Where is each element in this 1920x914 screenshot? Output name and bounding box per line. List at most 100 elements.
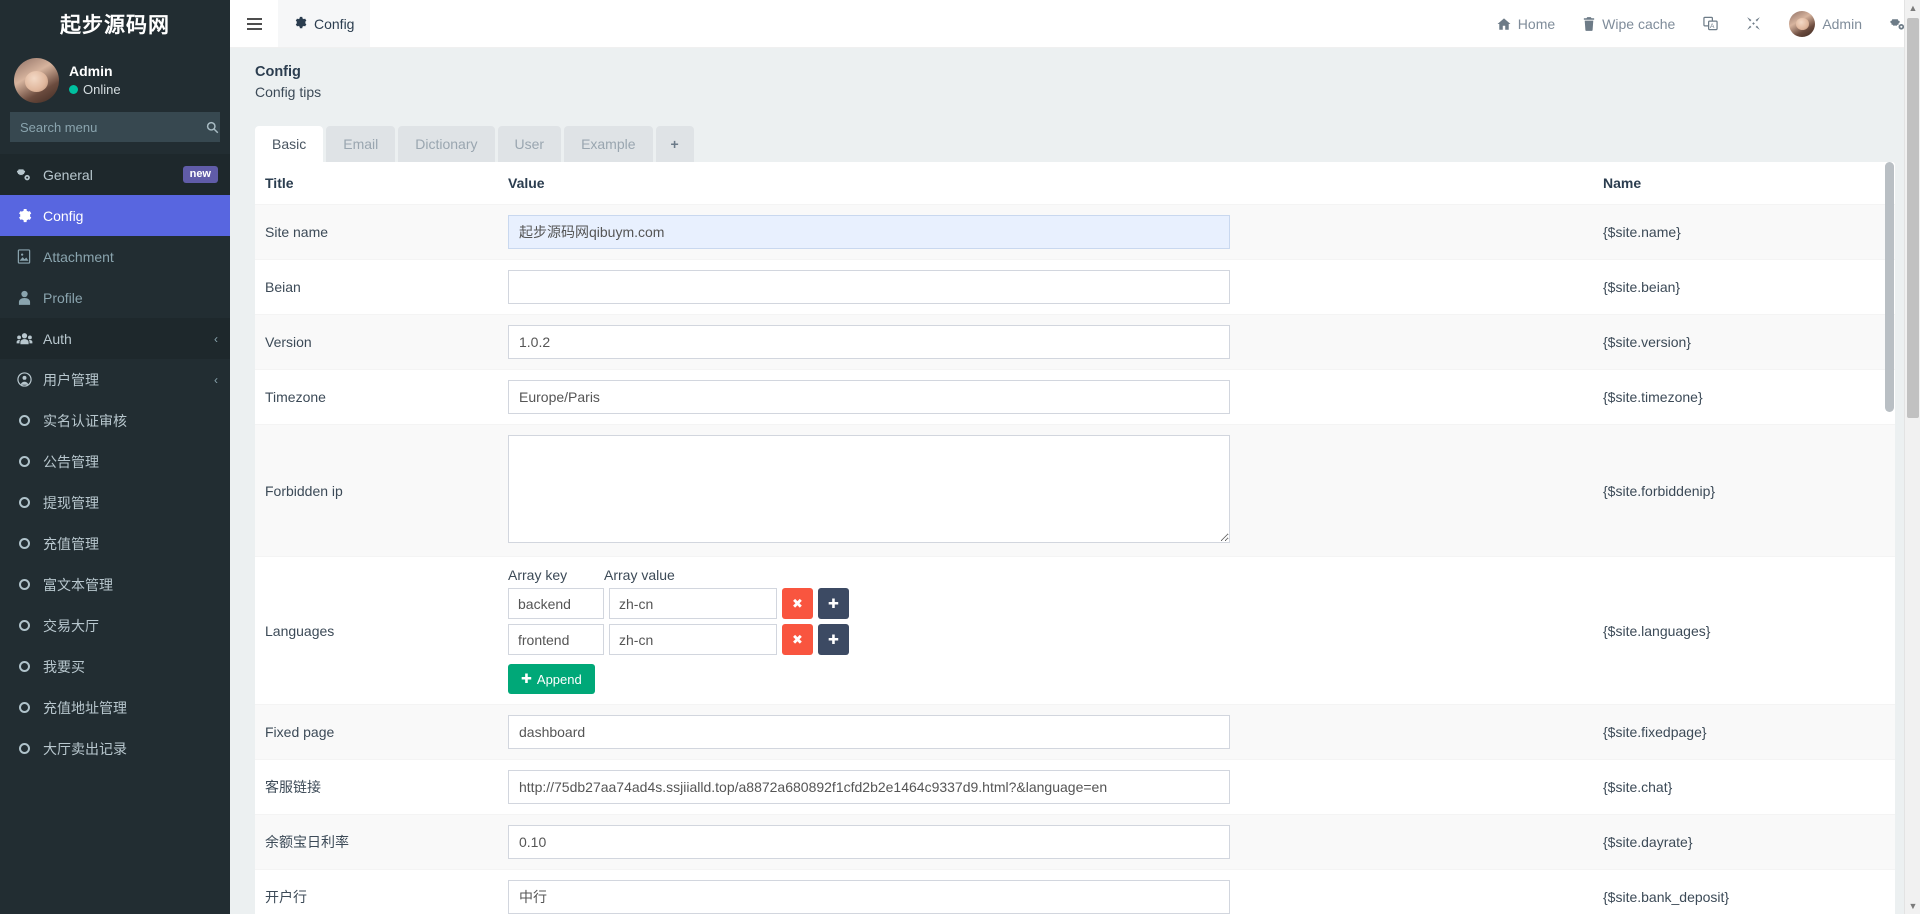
value-input[interactable] [508, 880, 1230, 914]
panel-scrollbar-thumb[interactable] [1885, 162, 1894, 413]
array-value-header: Array value [604, 567, 675, 584]
gear-icon [14, 208, 34, 223]
tab-add-new[interactable]: + [655, 126, 694, 163]
plus-icon: ✚ [521, 671, 532, 687]
nav-wipe-cache-link[interactable]: Wipe cache [1569, 0, 1689, 47]
sidebar-item-4[interactable]: Auth ‹ [0, 318, 230, 359]
sidebar-item-label: 充值管理 [43, 535, 99, 552]
sidebar-item-3[interactable]: Profile [0, 277, 230, 318]
search-box[interactable] [10, 112, 220, 142]
sidebar-badge: new [182, 165, 218, 184]
remove-row-button[interactable]: ✖ [782, 624, 813, 656]
row-value-cell [500, 424, 1595, 558]
value-input[interactable] [508, 825, 1230, 860]
circle-icon [14, 661, 34, 672]
sidebar: 起步源码网 Admin Online Gener [0, 0, 230, 914]
navbar-spacer [370, 0, 1482, 47]
page-scrollbar-thumb[interactable] [1907, 18, 1919, 418]
nav-home-link[interactable]: Home [1483, 0, 1569, 47]
navbar-right: Home Wipe cache A Admin [1483, 0, 1920, 47]
nav-user-label: Admin [1822, 15, 1862, 32]
sidebar-item-9[interactable]: 充值管理 [0, 523, 230, 564]
home-icon [1497, 17, 1511, 31]
array-value-input[interactable] [609, 588, 777, 620]
sidebar-item-8[interactable]: 提现管理 [0, 482, 230, 523]
sidebar-item-label: 我要买 [43, 658, 85, 675]
value-input[interactable] [508, 215, 1230, 250]
arrows-move-icon: ✚ [828, 595, 839, 611]
table-row: Timezone {$site.timezone} [255, 369, 1895, 426]
value-input[interactable] [508, 270, 1230, 305]
row-title: Site name [255, 204, 500, 261]
sidebar-item-2[interactable]: Attachment [0, 236, 230, 277]
user-status-label: Online [83, 81, 121, 97]
remove-row-button[interactable]: ✖ [782, 588, 813, 620]
user-name: Admin [69, 62, 113, 79]
content: Config Config tips Basic Email Dictionary U… [230, 48, 1920, 914]
array-row: ✖✚ [508, 624, 1595, 656]
sidebar-menu: General new Config Attachment Profile Auth ‹ 用户… [0, 154, 230, 769]
sidebar-item-12[interactable]: 我要买 [0, 646, 230, 687]
search-input[interactable] [11, 119, 205, 135]
value-input[interactable] [508, 770, 1230, 805]
sidebar-item-11[interactable]: 交易大厅 [0, 605, 230, 646]
row-value-cell: Array keyArray value✖✚✖✚✚Append [500, 556, 1595, 706]
row-title: Version [255, 314, 500, 371]
row-title: Languages [255, 556, 500, 706]
array-value-input[interactable] [609, 624, 777, 656]
value-input[interactable] [508, 715, 1230, 750]
tab-example[interactable]: Example [564, 126, 653, 163]
drag-handle-button[interactable]: ✚ [818, 624, 849, 656]
panel-scrollbar[interactable] [1885, 162, 1894, 914]
sidebar-item-0[interactable]: General new [0, 154, 230, 195]
tab-dictionary[interactable]: Dictionary [398, 126, 495, 163]
sidebar-item-5[interactable]: 用户管理 ‹ [0, 359, 230, 400]
nav-user-link[interactable]: Admin [1775, 0, 1876, 47]
row-value-cell [500, 759, 1595, 816]
brand-logo[interactable]: 起步源码网 [0, 0, 230, 48]
table-row: 开户行 {$site.bank_deposit} [255, 869, 1895, 914]
array-key-input[interactable] [508, 624, 604, 656]
page-header: Config Config tips [255, 62, 1895, 110]
sidebar-item-1[interactable]: Config [0, 195, 230, 236]
page-scrollbar[interactable]: ▲ ▼ [1904, 0, 1920, 914]
sidebar-item-label: 富文本管理 [43, 576, 113, 593]
svg-text:A: A [1710, 23, 1715, 30]
value-input[interactable] [508, 325, 1230, 360]
row-name: {$site.bank_deposit} [1595, 869, 1895, 914]
nav-fullscreen-link[interactable] [1732, 0, 1775, 47]
sidebar-item-13[interactable]: 充值地址管理 [0, 687, 230, 728]
th-value: Value [500, 162, 1595, 206]
sidebar-item-10[interactable]: 富文本管理 [0, 564, 230, 605]
th-name: Name [1595, 162, 1895, 206]
scroll-up-arrow-icon[interactable]: ▲ [1905, 0, 1920, 16]
append-button[interactable]: ✚ Append [508, 664, 595, 695]
drag-handle-button[interactable]: ✚ [818, 588, 849, 620]
sidebar-item-6[interactable]: 实名认证审核 [0, 400, 230, 441]
row-name: {$site.fixedpage} [1595, 704, 1895, 761]
scroll-down-arrow-icon[interactable]: ▼ [1905, 898, 1920, 914]
hamburger-icon[interactable] [230, 0, 278, 47]
array-key-input[interactable] [508, 588, 604, 620]
tab-basic[interactable]: Basic [255, 126, 324, 163]
circle-icon [14, 620, 34, 631]
config-panel: Title Value Name Site name{$site.name}Be… [255, 162, 1895, 914]
tab-email[interactable]: Email [326, 126, 396, 163]
search-icon[interactable] [205, 112, 219, 142]
chevron-left-icon: ‹ [214, 331, 218, 346]
trash-icon [1583, 16, 1595, 31]
sidebar-item-14[interactable]: 大厅卖出记录 [0, 728, 230, 769]
row-name: {$site.version} [1595, 314, 1895, 371]
nav-language-link[interactable]: A [1689, 0, 1732, 47]
nav-home-label: Home [1517, 15, 1556, 32]
language-icon: A [1703, 16, 1718, 31]
nav-tab-label: Config [314, 15, 355, 32]
nav-tab-config[interactable]: Config [278, 0, 371, 47]
value-textarea[interactable] [508, 435, 1230, 544]
row-title: Forbidden ip [255, 424, 500, 558]
tab-user[interactable]: User [497, 126, 562, 163]
sidebar-item-7[interactable]: 公告管理 [0, 441, 230, 482]
circle-icon [14, 456, 34, 467]
value-input[interactable] [508, 380, 1230, 415]
row-value-cell [500, 814, 1595, 871]
